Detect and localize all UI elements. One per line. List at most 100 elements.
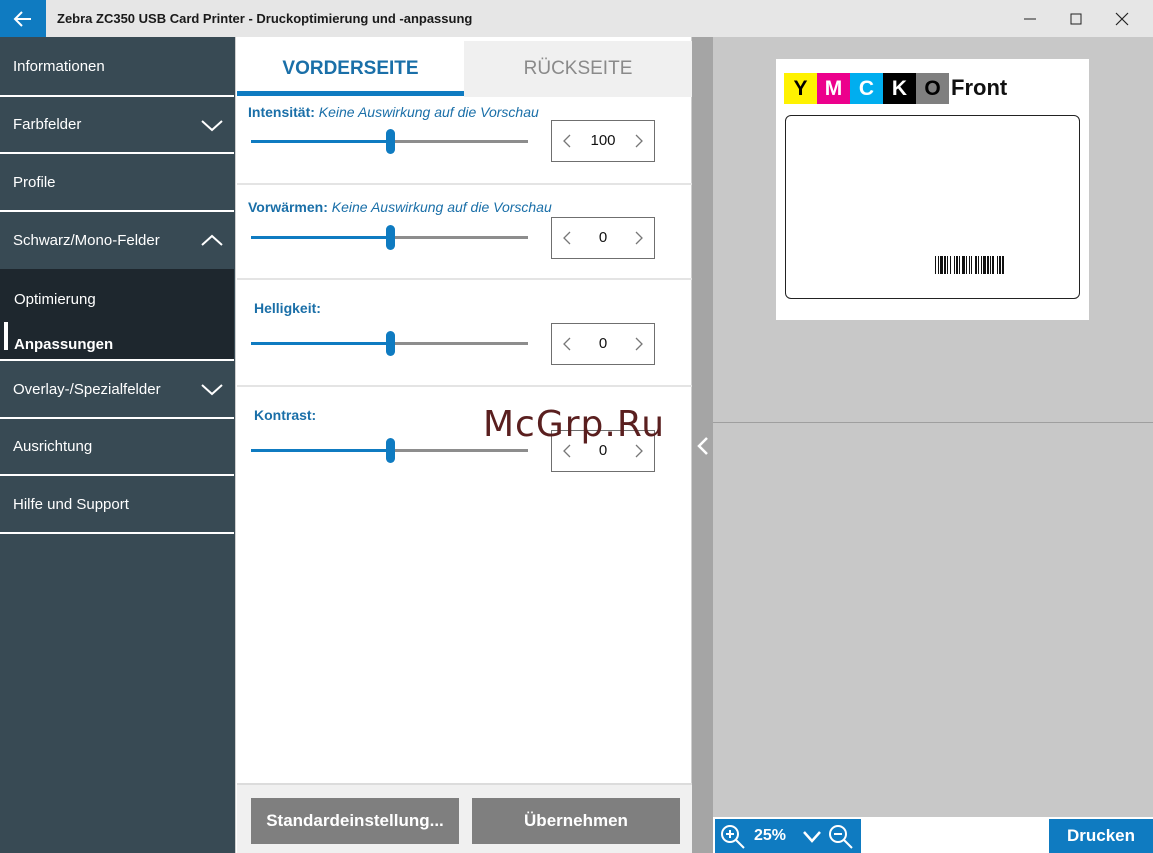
intensity-slider[interactable] bbox=[251, 129, 528, 154]
sidebar-item-schwarz-mono-felder[interactable]: Schwarz/Mono-Felder bbox=[0, 212, 234, 269]
chevron-right-icon bbox=[635, 231, 643, 245]
stepper-value[interactable]: 100 bbox=[578, 121, 628, 161]
brightness-stepper[interactable]: 0 bbox=[551, 323, 655, 365]
preview-area: Y M C K O Front bbox=[713, 37, 1153, 817]
preview-divider bbox=[692, 37, 713, 853]
brightness-slider[interactable] bbox=[251, 331, 528, 356]
slider-thumb[interactable] bbox=[386, 331, 395, 356]
sidebar-item-overlay-spezialfelder[interactable]: Overlay-/Spezialfelder bbox=[0, 361, 234, 419]
zoom-in-icon[interactable] bbox=[718, 822, 748, 850]
slider-thumb[interactable] bbox=[386, 225, 395, 250]
sidebar-item-label: Ausrichtung bbox=[13, 438, 93, 455]
sidebar-item-hilfe-und-support[interactable]: Hilfe und Support bbox=[0, 476, 234, 534]
tab-vorderseite[interactable]: VORDERSEITE bbox=[237, 41, 464, 97]
increment-button[interactable] bbox=[626, 121, 652, 161]
sidebar-item-label: Schwarz/Mono-Felder bbox=[13, 232, 160, 249]
zoom-out-icon[interactable] bbox=[826, 822, 856, 850]
contrast-slider[interactable] bbox=[251, 438, 528, 463]
ribbon-panel-o: O bbox=[916, 73, 949, 104]
barcode-graphic bbox=[935, 256, 1004, 274]
window-title: Zebra ZC350 USB Card Printer - Druckopti… bbox=[57, 11, 473, 26]
ribbon-panel-m: M bbox=[817, 73, 850, 104]
slider-thumb[interactable] bbox=[386, 129, 395, 154]
increment-button[interactable] bbox=[626, 324, 652, 364]
maximize-icon bbox=[1070, 13, 1082, 24]
chevron-left-icon bbox=[563, 337, 571, 351]
slider-fill bbox=[251, 342, 390, 345]
status-bar: 25% Drucken bbox=[713, 817, 1153, 853]
chevron-right-icon bbox=[635, 444, 643, 458]
minimize-button[interactable] bbox=[1007, 0, 1053, 37]
ribbon-panels: Y M C K O bbox=[784, 73, 949, 104]
preheat-slider[interactable] bbox=[251, 225, 528, 250]
sidebar-subitem-optimierung[interactable]: Optimierung bbox=[14, 291, 96, 308]
sidebar-item-label: Farbfelder bbox=[13, 116, 82, 133]
sidebar-item-label: Profile bbox=[13, 173, 56, 191]
zoom-level: 25% bbox=[754, 827, 787, 844]
settings-panel: VORDERSEITE RÜCKSEITE Intensität: Keine … bbox=[235, 37, 692, 853]
preview-separator bbox=[713, 422, 1153, 423]
ribbon-panel-y: Y bbox=[784, 73, 817, 104]
title-bar: Zebra ZC350 USB Card Printer - Druckopti… bbox=[0, 0, 1153, 37]
sidebar-item-label: Hilfe und Support bbox=[13, 495, 129, 513]
setting-note: Keine Auswirkung auf die Vorschau bbox=[318, 104, 539, 120]
slider-thumb[interactable] bbox=[386, 438, 395, 463]
decrement-button[interactable] bbox=[554, 121, 580, 161]
card-preview-frame: Y M C K O Front bbox=[776, 59, 1089, 320]
card-side-label: Front bbox=[951, 75, 1008, 100]
sidebar-item-informationen[interactable]: Informationen bbox=[0, 37, 234, 97]
decrement-button[interactable] bbox=[554, 324, 580, 364]
ribbon-panel-k: K bbox=[883, 73, 916, 104]
sidebar-subitem-anpassungen[interactable]: Anpassungen bbox=[14, 336, 113, 353]
collapse-button[interactable] bbox=[692, 429, 713, 463]
chevron-down-icon[interactable] bbox=[801, 825, 823, 847]
slider-fill bbox=[251, 236, 390, 239]
watermark-text: McGrp.Ru bbox=[483, 404, 666, 445]
chevron-left-icon bbox=[563, 134, 571, 148]
chevron-down-icon bbox=[201, 384, 223, 396]
sidebar-item-profile[interactable]: Profile bbox=[0, 154, 234, 212]
increment-button[interactable] bbox=[626, 218, 652, 258]
close-button[interactable] bbox=[1099, 0, 1145, 37]
tab-rueckseite[interactable]: RÜCKSEITE bbox=[464, 41, 692, 97]
chevron-right-icon bbox=[635, 337, 643, 351]
intensity-stepper[interactable]: 100 bbox=[551, 120, 655, 162]
apply-button[interactable]: Übernehmen bbox=[472, 798, 680, 844]
stepper-value[interactable]: 0 bbox=[578, 324, 628, 364]
chevron-left-icon bbox=[563, 444, 571, 458]
chevron-left-icon bbox=[563, 231, 571, 245]
preheat-stepper[interactable]: 0 bbox=[551, 217, 655, 259]
minimize-icon bbox=[1024, 18, 1036, 19]
setting-label: Kontrast: bbox=[254, 407, 317, 423]
sidebar-item-label: Informationen bbox=[13, 57, 105, 75]
slider-fill bbox=[251, 140, 390, 143]
ribbon-panel-c: C bbox=[850, 73, 883, 104]
setting-label: Intensität: Keine Auswirkung auf die Vor… bbox=[248, 104, 539, 120]
sidebar-item-farbfelder[interactable]: Farbfelder bbox=[0, 97, 234, 154]
close-icon bbox=[1115, 12, 1129, 25]
zoom-control: 25% bbox=[715, 819, 861, 853]
decrement-button[interactable] bbox=[554, 218, 580, 258]
chevron-down-icon bbox=[201, 119, 223, 131]
active-indicator bbox=[4, 322, 8, 350]
setting-label: Vorwärmen: Keine Auswirkung auf die Vors… bbox=[248, 199, 552, 215]
defaults-button[interactable]: Standardeinstellung... bbox=[251, 798, 459, 844]
sidebar-subpanel: Optimierung Anpassungen bbox=[0, 269, 234, 361]
chevron-right-icon bbox=[635, 134, 643, 148]
sidebar-item-ausrichtung[interactable]: Ausrichtung bbox=[0, 419, 234, 476]
setting-intensitaet: Intensität: Keine Auswirkung auf die Vor… bbox=[237, 97, 692, 185]
setting-note: Keine Auswirkung auf die Vorschau bbox=[331, 199, 552, 215]
stepper-value[interactable]: 0 bbox=[578, 218, 628, 258]
chevron-up-icon bbox=[201, 234, 223, 246]
maximize-button[interactable] bbox=[1053, 0, 1099, 37]
tab-underline bbox=[237, 91, 464, 96]
sidebar: Informationen Farbfelder Profile Schwarz… bbox=[0, 37, 235, 853]
action-bar: Standardeinstellung... Übernehmen bbox=[237, 783, 692, 853]
setting-vorwaermen: Vorwärmen: Keine Auswirkung auf die Vors… bbox=[237, 185, 692, 280]
print-button[interactable]: Drucken bbox=[1049, 819, 1153, 853]
back-button[interactable] bbox=[0, 0, 46, 37]
card-preview bbox=[785, 115, 1080, 299]
chevron-left-icon bbox=[696, 437, 708, 455]
slider-fill bbox=[251, 449, 390, 452]
setting-helligkeit: Helligkeit: 0 bbox=[237, 280, 692, 387]
